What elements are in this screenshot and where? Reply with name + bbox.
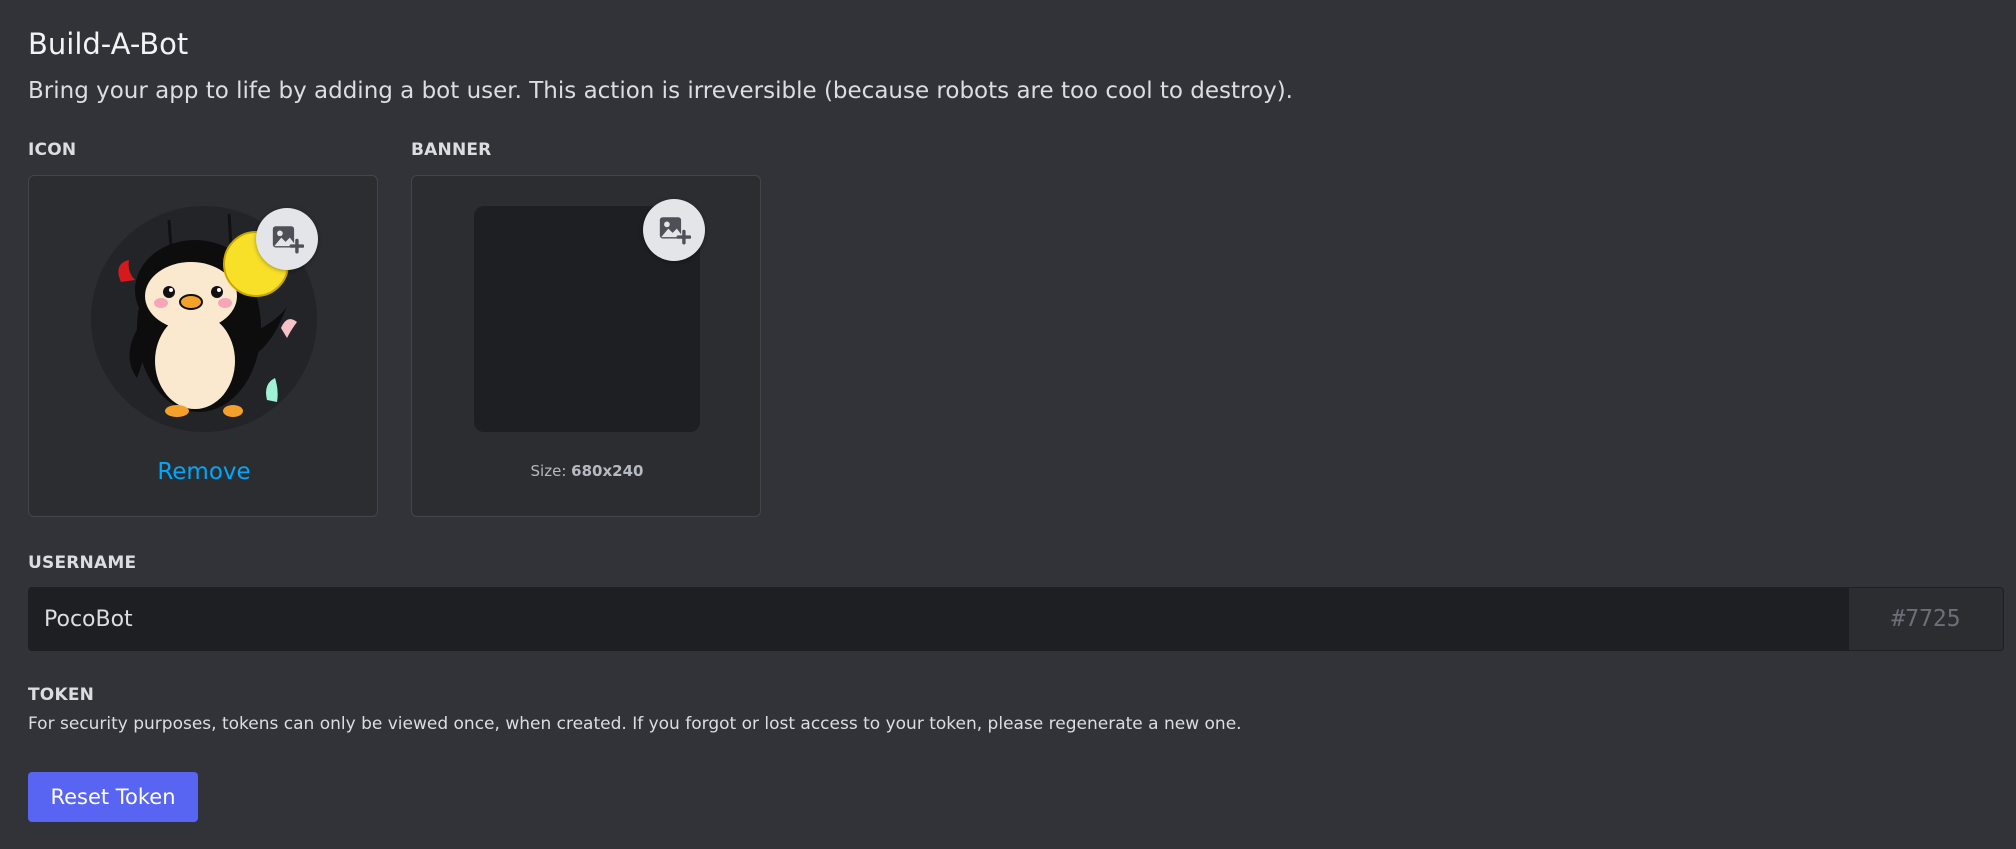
icon-section-label: ICON: [28, 140, 77, 160]
page-title: Build-A-Bot: [28, 27, 189, 61]
discriminator-tag: #7725: [1848, 588, 2003, 650]
icon-upload-card: Remove: [28, 175, 378, 517]
username-input[interactable]: [29, 588, 1848, 650]
banner-size-note: Size: 680x240: [412, 462, 762, 480]
remove-icon-link[interactable]: Remove: [29, 459, 379, 485]
banner-size-value: 680x240: [571, 462, 644, 480]
banner-size-prefix: Size:: [530, 462, 572, 480]
banner-upload-button[interactable]: [643, 199, 705, 261]
username-field-group: #7725: [28, 587, 2004, 651]
page-description: Bring your app to life by adding a bot u…: [28, 78, 1293, 104]
token-section-label: TOKEN: [28, 685, 95, 705]
banner-upload-card: Size: 680x240: [411, 175, 761, 517]
reset-token-button[interactable]: Reset Token: [28, 772, 198, 822]
token-description: For security purposes, tokens can only b…: [28, 714, 1242, 734]
username-section-label: USERNAME: [28, 553, 137, 573]
image-plus-icon: [272, 226, 304, 254]
build-a-bot-page: Build-A-Bot Bring your app to life by ad…: [28, 0, 2004, 849]
image-plus-icon: [659, 217, 691, 245]
banner-section-label: BANNER: [411, 140, 492, 160]
icon-upload-button[interactable]: [256, 208, 318, 270]
